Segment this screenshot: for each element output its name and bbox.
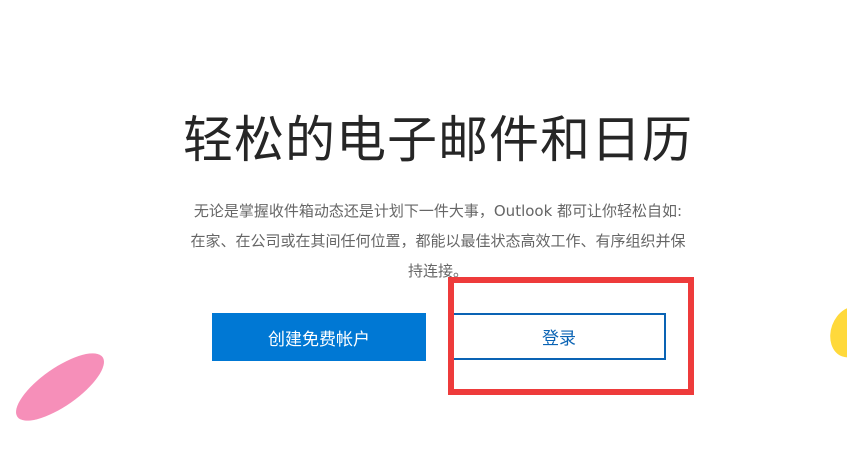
hero-description-line-3: 持连接。 (407, 262, 468, 280)
hero-description: 无论是掌握收件箱动态还是计划下一件大事，Outlook 都可让你轻松自如: 在家… (168, 196, 708, 286)
create-free-account-button[interactable]: 创建免费帐户 (212, 313, 426, 361)
outlook-landing-page: 轻松的电子邮件和日历 无论是掌握收件箱动态还是计划下一件大事，Outlook 都… (0, 0, 847, 458)
hero-title: 轻松的电子邮件和日历 (183, 111, 693, 169)
yellow-decorative-shape (823, 300, 847, 364)
sign-in-button[interactable]: 登录 (452, 313, 666, 360)
hero-description-line-2: 在家、在公司或在其间任何位置，都能以最佳状态高效工作、有序组织并保 (190, 232, 686, 250)
hero-description-line-1: 无论是掌握收件箱动态还是计划下一件大事，Outlook 都可让你轻松自如: (193, 202, 683, 220)
pink-decorative-shape (6, 341, 114, 433)
